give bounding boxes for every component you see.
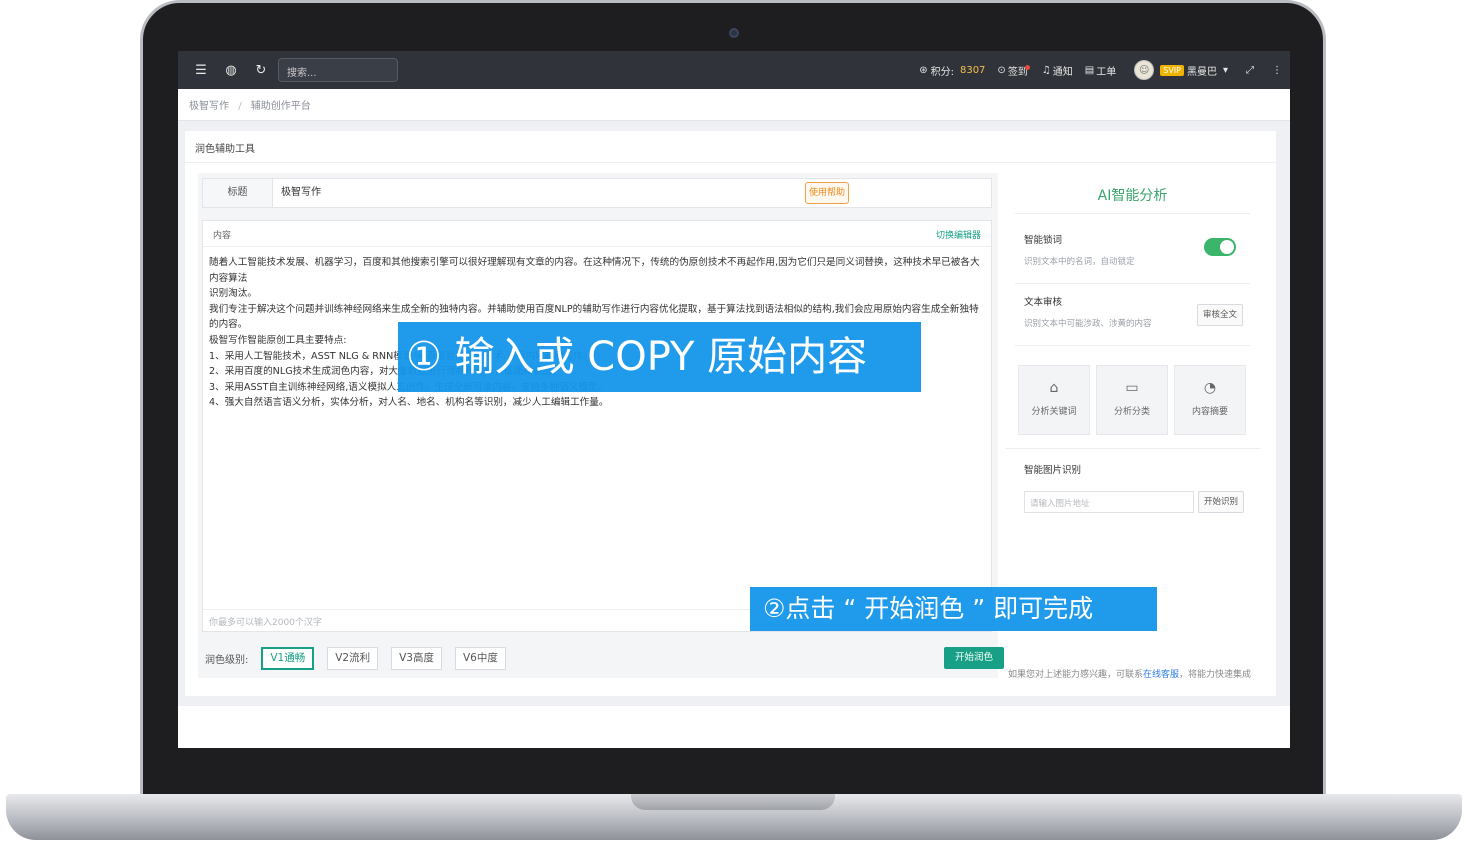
bell-icon: ♫ xyxy=(1041,64,1051,76)
level-option-v2[interactable]: V2流利 xyxy=(327,646,379,670)
tile-keywords[interactable]: ⌂ 分析关键词 xyxy=(1018,365,1090,435)
top-bar-right: ⊛ 积分: 8307 ⊙ 签到 ♫ 通知 ▤ 工单 ☺ SVIP 黑曼巴 ▾ ⤢… xyxy=(919,51,1290,89)
top-bar: ☰ ◍ ↻ 搜索... ⊛ 积分: 8307 ⊙ 签到 ♫ 通知 ▤ 工单 ☺ … xyxy=(178,51,1290,89)
smart-lock-toggle[interactable] xyxy=(1204,238,1236,256)
start-recognition-button[interactable]: 开始识别 xyxy=(1198,491,1244,513)
refresh-icon[interactable]: ↻ xyxy=(246,63,276,78)
globe-icon[interactable]: ◍ xyxy=(216,63,246,78)
points[interactable]: ⊛ 积分: 8307 xyxy=(919,63,985,78)
tag-icon: ⌂ xyxy=(1049,380,1059,396)
content-line: 4、强大自然语言语义分析，实体分析，对人名、地名、机构名等识别，减少人工编辑工作… xyxy=(209,397,609,409)
divider xyxy=(1015,345,1250,346)
content-label: 内容 xyxy=(213,231,232,241)
smart-lock-title: 智能锁词 xyxy=(1024,235,1063,246)
title-row: 标题 极智写作 使用帮助 xyxy=(202,178,992,208)
username: 黑曼巴 xyxy=(1186,66,1217,78)
title-label: 标题 xyxy=(203,179,273,207)
ticket-label: 工单 xyxy=(1096,66,1117,78)
fullscreen-icon[interactable]: ⤢ xyxy=(1246,65,1254,76)
step2-overlay: ②点击 “ 开始润色 ” 即可完成 xyxy=(750,587,1157,631)
contact-footnote: 如果您对上述能力感兴趣，可联系在线客服，将能力快速集成 xyxy=(1008,667,1268,680)
image-recognition-title: 智能图片识别 xyxy=(1024,465,1082,476)
breadcrumb-item[interactable]: 极智写作 xyxy=(189,101,229,112)
level-option-v3[interactable]: V3高度 xyxy=(391,646,442,670)
help-button[interactable]: 使用帮助 xyxy=(805,182,849,204)
breadcrumb-separator: / xyxy=(238,101,242,112)
document-icon: ▭ xyxy=(1125,380,1139,396)
camera-icon xyxy=(729,28,739,38)
start-polish-button[interactable]: 开始润色 xyxy=(944,647,1004,669)
breadcrumb-item: 辅助创作平台 xyxy=(250,101,311,112)
vip-badge: SVIP xyxy=(1160,64,1184,76)
level-selector: 润色级别: V1通畅 V2流利 V3高度 V6中度 xyxy=(205,646,506,670)
content-editor[interactable]: 内容 切换编辑器 随着人工智能技术发展、机器学习，百度和其他搜索引擎可以很好理解… xyxy=(202,220,992,632)
content-header: 内容 切换编辑器 xyxy=(203,221,991,247)
tile-label: 分析关键词 xyxy=(1031,407,1077,417)
image-url-input[interactable]: 请输入图片地址 xyxy=(1024,491,1194,513)
tile-label: 内容摘要 xyxy=(1191,407,1228,417)
ticket-button[interactable]: ▤ 工单 xyxy=(1085,63,1116,78)
location-icon: ⊙ xyxy=(997,64,1006,76)
footnote-prefix: 如果您对上述能力感兴趣，可联系 xyxy=(1008,670,1144,680)
smart-lock-desc: 识别文本中的名词，自动锁定 xyxy=(1024,257,1135,267)
notify-button[interactable]: ♫ 通知 xyxy=(1042,63,1073,78)
screen-bottom-area xyxy=(178,706,1290,748)
user-menu[interactable]: ☺ SVIP 黑曼巴 ▾ xyxy=(1134,60,1228,80)
notification-dot xyxy=(1024,64,1030,70)
text-audit-desc: 识别文本中可能涉政、涉黄的内容 xyxy=(1024,319,1152,329)
avatar: ☺ xyxy=(1134,60,1155,80)
palette-icon: ◔ xyxy=(1203,380,1217,396)
audit-all-button[interactable]: 审核全文 xyxy=(1197,304,1243,326)
level-label: 润色级别: xyxy=(205,654,249,666)
ticket-icon: ▤ xyxy=(1084,64,1095,76)
screen: ☰ ◍ ↻ 搜索... ⊛ 积分: 8307 ⊙ 签到 ♫ 通知 ▤ 工单 ☺ … xyxy=(178,51,1290,748)
caret-down-icon: ▾ xyxy=(1222,64,1228,76)
divider xyxy=(1015,283,1250,284)
tile-classify[interactable]: ▭ 分析分类 xyxy=(1096,365,1168,435)
analysis-tiles: ⌂ 分析关键词 ▭ 分析分类 ◔ 内容摘要 xyxy=(1018,365,1252,435)
step1-overlay: ① 输入或 COPY 原始内容 xyxy=(398,322,921,392)
level-option-v1[interactable]: V1通畅 xyxy=(261,646,315,670)
switch-editor-link[interactable]: 切换编辑器 xyxy=(936,228,981,241)
more-icon[interactable]: ⋮ xyxy=(1272,65,1282,76)
tile-label: 分析分类 xyxy=(1113,407,1150,417)
search-input[interactable]: 搜索... xyxy=(278,58,398,82)
level-option-v6[interactable]: V6中度 xyxy=(455,646,506,670)
content-line: 识别淘汰。 xyxy=(209,288,257,300)
divider xyxy=(1015,213,1250,214)
ai-panel-title: AI智能分析 xyxy=(1097,188,1168,204)
tile-summary[interactable]: ◔ 内容摘要 xyxy=(1174,365,1246,435)
coin-icon: ⊛ xyxy=(919,64,928,76)
points-value: 8307 xyxy=(959,64,986,76)
divider xyxy=(1005,448,1260,449)
text-audit-title: 文本审核 xyxy=(1024,297,1063,308)
toggle-knob xyxy=(1220,240,1234,254)
breadcrumb: 极智写作 / 辅助创作平台 xyxy=(178,89,1290,121)
laptop-notch xyxy=(631,794,835,810)
card-title: 润色辅助工具 xyxy=(185,131,1276,163)
title-input[interactable]: 极智写作 xyxy=(281,179,801,207)
checkin-button[interactable]: ⊙ 签到 xyxy=(997,63,1030,78)
menu-icon[interactable]: ☰ xyxy=(186,63,216,78)
points-label: 积分: xyxy=(930,66,954,78)
content-line: 随着人工智能技术发展、机器学习，百度和其他搜索引擎可以很好理解现有文章的内容。在… xyxy=(209,257,980,284)
notify-label: 通知 xyxy=(1052,66,1073,78)
online-service-link[interactable]: 在线客服 xyxy=(1143,670,1179,680)
footnote-suffix: ，将能力快速集成 xyxy=(1179,670,1252,680)
